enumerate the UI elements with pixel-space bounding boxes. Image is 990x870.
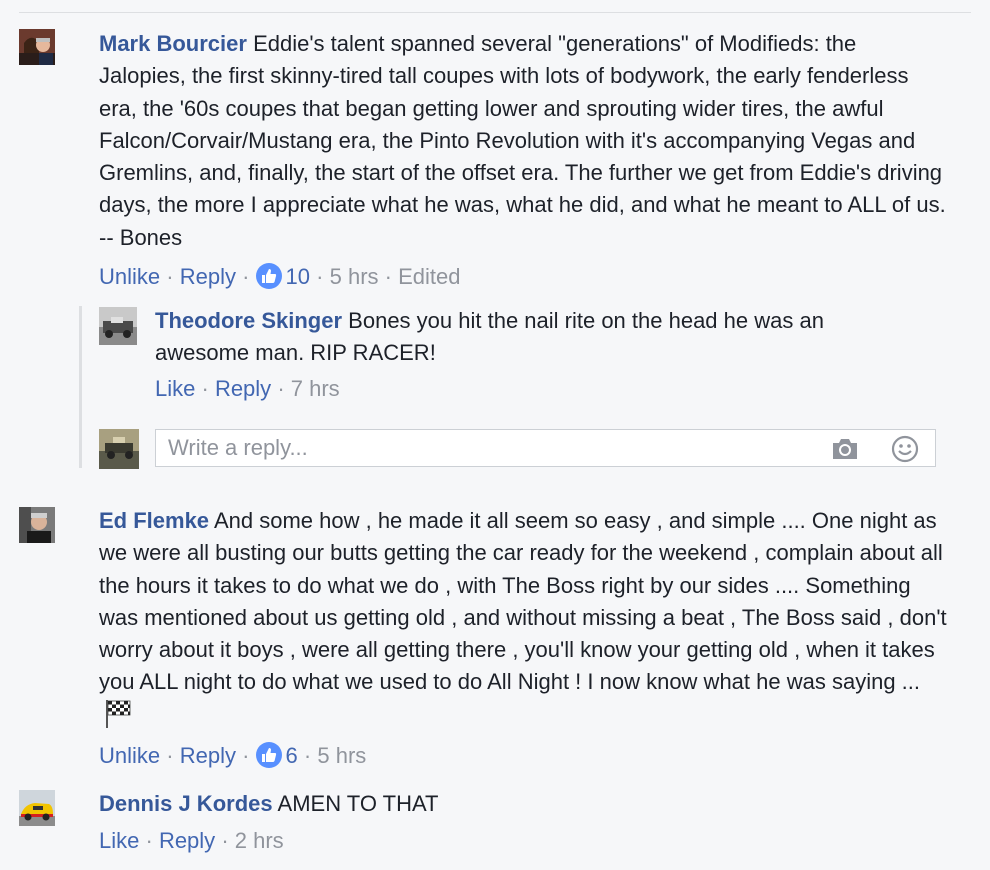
comment-actions: Unlike · Reply · 10 · 5 hrs · Edited: [99, 263, 461, 291]
comment-text: AMEN TO THAT: [277, 791, 439, 816]
timestamp[interactable]: 7 hrs: [291, 376, 340, 401]
unlike-link[interactable]: Unlike: [99, 264, 160, 289]
timestamp[interactable]: 5 hrs: [317, 743, 366, 768]
comment-body: Mark Bourcier Eddie's talent spanned sev…: [99, 28, 949, 254]
reply-author[interactable]: Theodore Skinger: [155, 308, 342, 333]
current-user-avatar: [99, 429, 139, 469]
reply-link[interactable]: Reply: [180, 264, 236, 289]
reply-input[interactable]: [156, 430, 808, 466]
comment-actions: Unlike · Reply · 6 · 5 hrs: [99, 742, 366, 770]
timestamp[interactable]: 2 hrs: [235, 828, 284, 853]
reply-link[interactable]: Reply: [215, 376, 271, 401]
separator: ·: [166, 743, 174, 768]
like-link[interactable]: Like: [99, 828, 139, 853]
separator: ·: [145, 828, 153, 853]
separator: ·: [277, 376, 285, 401]
timestamp[interactable]: 5 hrs: [330, 264, 379, 289]
comment-actions: Like · Reply · 2 hrs: [99, 827, 284, 855]
reply-actions: Like · Reply · 7 hrs: [155, 375, 340, 403]
separator: ·: [242, 264, 250, 289]
separator: ·: [303, 743, 312, 768]
top-divider: [19, 12, 971, 13]
reply-thread-line: [79, 306, 82, 468]
avatar[interactable]: [99, 307, 137, 345]
comment-body: Dennis J Kordes AMEN TO THAT: [99, 788, 949, 820]
smiley-icon[interactable]: [890, 434, 920, 464]
avatar[interactable]: [19, 790, 55, 826]
comment-author[interactable]: Dennis J Kordes: [99, 791, 273, 816]
reply-body: Theodore Skinger Bones you hit the nail …: [155, 305, 895, 370]
comment-body: Ed Flemke And some how , he made it all …: [99, 505, 949, 732]
edited-label[interactable]: Edited: [398, 264, 460, 289]
comment-author[interactable]: Ed Flemke: [99, 508, 209, 533]
unlike-link[interactable]: Unlike: [99, 743, 160, 768]
camera-icon[interactable]: [830, 434, 860, 464]
comment-text: And some how , he made it all seem so ea…: [99, 508, 947, 695]
comment-text: Eddie's talent spanned several "generati…: [99, 31, 946, 250]
reply-link[interactable]: Reply: [180, 743, 236, 768]
reply-composer[interactable]: [155, 429, 936, 467]
thumbs-up-icon[interactable]: [255, 742, 282, 768]
like-count[interactable]: 10: [286, 264, 310, 289]
comment-author[interactable]: Mark Bourcier: [99, 31, 247, 56]
thumbs-up-icon[interactable]: [255, 263, 282, 289]
separator: ·: [221, 828, 229, 853]
avatar[interactable]: [19, 507, 55, 543]
separator: ·: [166, 264, 174, 289]
like-count[interactable]: 6: [286, 743, 298, 768]
checkered-flag-icon: [106, 699, 131, 728]
avatar[interactable]: [19, 29, 55, 65]
separator: ·: [201, 376, 209, 401]
like-link[interactable]: Like: [155, 376, 195, 401]
reply-link[interactable]: Reply: [159, 828, 215, 853]
separator: ·: [242, 743, 250, 768]
separator: ·: [384, 264, 392, 289]
separator: ·: [316, 264, 324, 289]
